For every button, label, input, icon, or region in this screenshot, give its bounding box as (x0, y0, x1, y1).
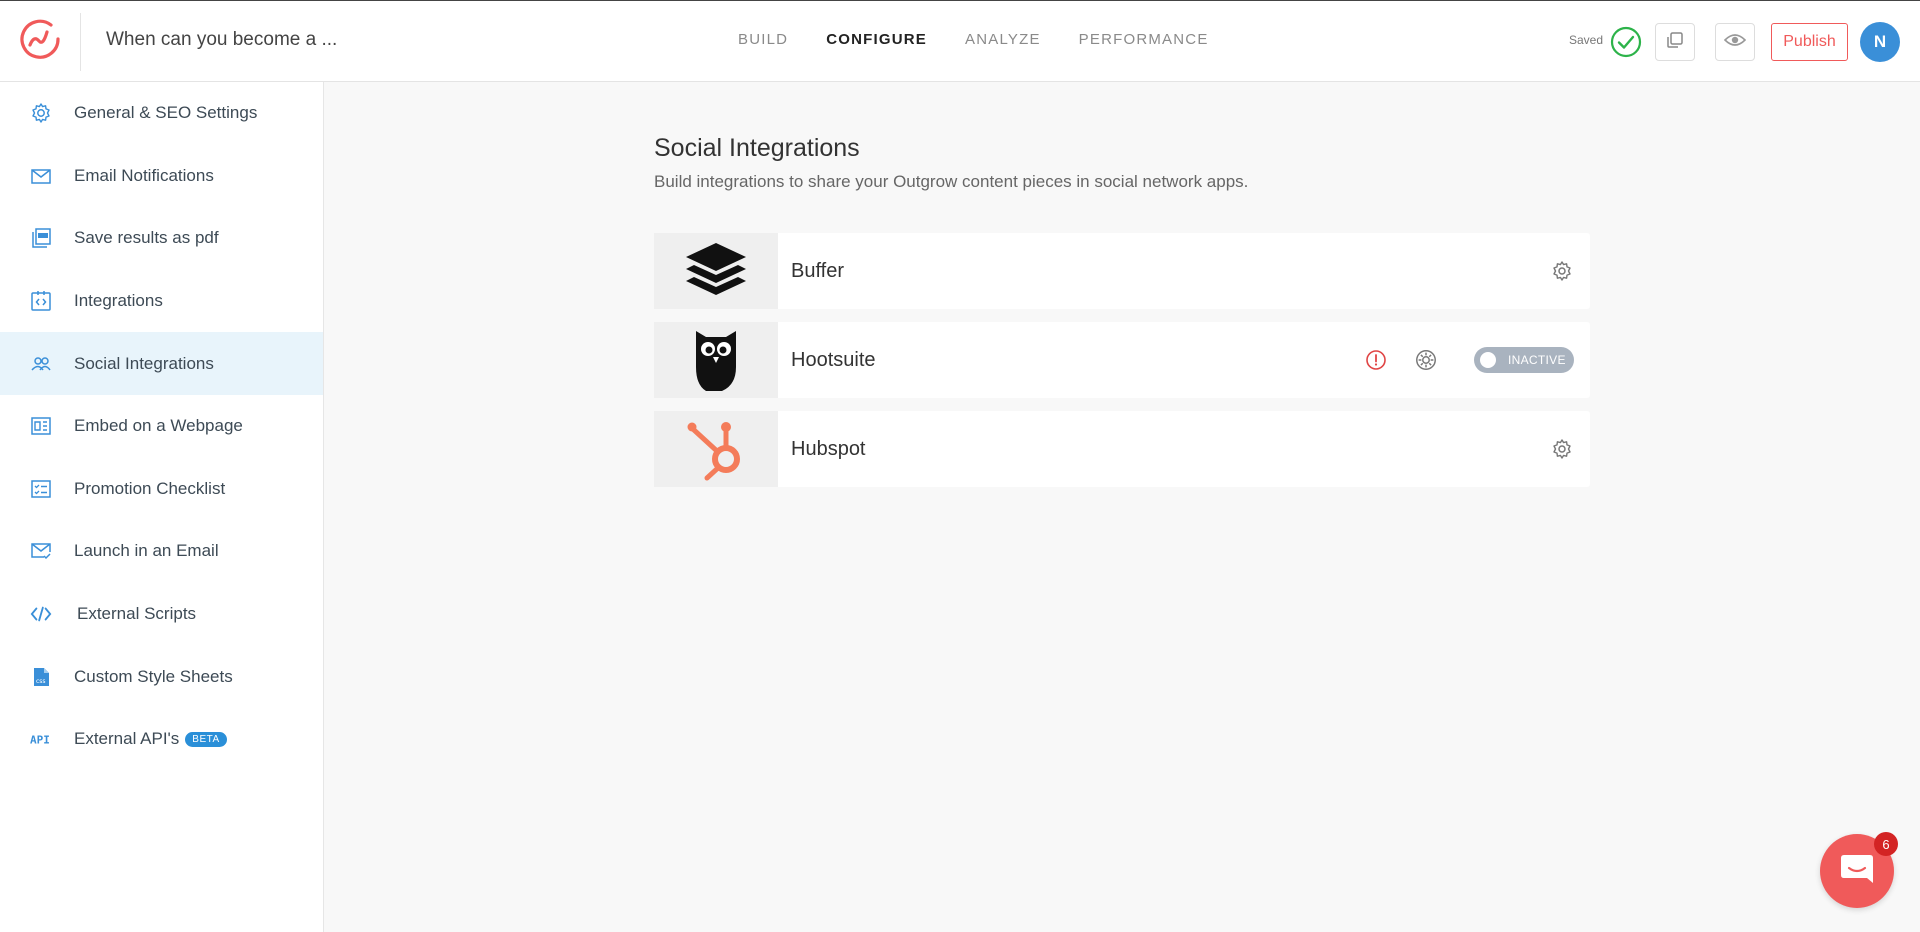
integration-name: Buffer (791, 259, 844, 282)
logo-divider (80, 13, 81, 71)
check-circle-icon (1610, 26, 1642, 58)
settings-gear-icon[interactable] (1550, 437, 1574, 461)
sidebar-item-label: External API's BETA (74, 729, 227, 749)
avatar[interactable]: N (1860, 22, 1900, 62)
sidebar-item-label: External Scripts (77, 604, 197, 624)
integration-actions (1550, 437, 1574, 461)
nav-analyze[interactable]: ANALYZE (965, 31, 1041, 48)
sidebar-item-social-integrations[interactable]: Social Integrations (0, 332, 323, 395)
sidebar-item-embed-webpage[interactable]: Embed on a Webpage (0, 395, 323, 458)
chat-bubble-icon (1839, 852, 1875, 891)
sidebar-item-label: Save results as pdf (74, 228, 219, 248)
eye-icon (1723, 32, 1747, 53)
integrations-icon (30, 290, 52, 312)
beta-badge: BETA (185, 732, 227, 748)
saved-status: Saved (1569, 33, 1604, 47)
sidebar-item-label: General & SEO Settings (74, 103, 258, 123)
gear-icon (30, 102, 52, 124)
hubspot-logo-icon (654, 411, 778, 487)
main-nav: BUILD CONFIGURE ANALYZE PERFORMANCE (738, 31, 1209, 48)
envelope-icon (30, 165, 52, 187)
api-icon: API (30, 728, 52, 750)
duplicate-button[interactable] (1655, 23, 1695, 61)
toggle-status-label: INACTIVE (1508, 353, 1566, 367)
nav-build[interactable]: BUILD (738, 31, 788, 48)
pdf-icon (30, 227, 52, 249)
nav-performance[interactable]: PERFORMANCE (1079, 31, 1209, 48)
sidebar-item-label: Email Notifications (74, 165, 214, 185)
sidebar-item-external-api[interactable]: API External API's BETA (0, 708, 323, 771)
integration-actions: INACTIVE (1364, 347, 1574, 373)
page-subtitle: Build integrations to share your Outgrow… (654, 172, 1249, 191)
sidebar-item-save-pdf[interactable]: Save results as pdf (0, 207, 323, 270)
integration-actions (1550, 259, 1574, 283)
nav-configure[interactable]: CONFIGURE (826, 31, 927, 48)
status-toggle[interactable]: INACTIVE (1474, 347, 1574, 373)
email-check-icon (30, 540, 52, 562)
unread-count-badge: 6 (1874, 832, 1898, 856)
settings-gear-icon[interactable] (1550, 259, 1574, 283)
svg-text:css: css (36, 678, 46, 685)
embed-icon (30, 415, 52, 437)
page-title: Social Integrations (654, 134, 860, 162)
integration-card-buffer: Buffer (654, 233, 1590, 309)
config-sidebar: General & SEO Settings Email Notificatio… (0, 82, 324, 932)
code-icon (30, 603, 52, 625)
warning-icon[interactable] (1364, 348, 1388, 372)
integration-card-hootsuite: Hootsuite INACTIVE (654, 322, 1590, 398)
outgrow-logo-icon[interactable] (18, 17, 62, 61)
content-title[interactable]: When can you become a ... (106, 29, 337, 51)
hootsuite-owl-logo-icon (654, 322, 778, 398)
users-icon (30, 353, 52, 375)
sidebar-item-email-notifications[interactable]: Email Notifications (0, 145, 323, 208)
copy-icon (1665, 30, 1685, 55)
sidebar-item-external-scripts[interactable]: External Scripts (0, 583, 323, 646)
sidebar-item-promotion-checklist[interactable]: Promotion Checklist (0, 458, 323, 521)
sidebar-item-label: Embed on a Webpage (74, 416, 243, 436)
top-bar: When can you become a ... BUILD CONFIGUR… (0, 0, 1920, 82)
toggle-knob (1480, 352, 1496, 368)
sidebar-item-label: Launch in an Email (74, 541, 219, 561)
buffer-logo-icon (654, 233, 778, 309)
sidebar-item-custom-style-sheets[interactable]: css Custom Style Sheets (0, 645, 323, 708)
css-file-icon: css (30, 666, 52, 688)
sidebar-item-label-text: External API's (74, 729, 180, 749)
integration-name: Hubspot (791, 437, 866, 460)
sidebar-item-integrations[interactable]: Integrations (0, 270, 323, 333)
sidebar-item-launch-email[interactable]: Launch in an Email (0, 520, 323, 583)
sidebar-item-label: Custom Style Sheets (74, 666, 233, 686)
svg-text:API: API (30, 734, 50, 746)
settings-gear-icon[interactable] (1414, 348, 1438, 372)
sidebar-item-label: Social Integrations (74, 353, 214, 373)
preview-button[interactable] (1715, 23, 1755, 61)
integration-card-hubspot: Hubspot (654, 411, 1590, 487)
integration-name: Hootsuite (791, 348, 876, 371)
checklist-icon (30, 478, 52, 500)
sidebar-item-label: Integrations (74, 291, 163, 311)
publish-button[interactable]: Publish (1771, 23, 1848, 61)
sidebar-item-label: Promotion Checklist (74, 478, 226, 498)
sidebar-item-general-seo[interactable]: General & SEO Settings (0, 82, 323, 145)
